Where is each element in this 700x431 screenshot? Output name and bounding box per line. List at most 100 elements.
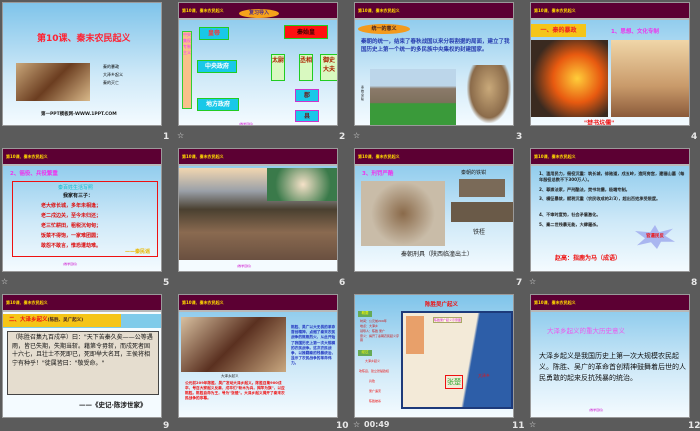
bullet-item: 秦的灭亡 [103, 80, 119, 85]
step: 攻陈县，建立张楚政权 [359, 369, 390, 373]
slide-thumbnail-12[interactable]: 第10课、秦末农民起义 大泽乡起义的重大历史意义 大泽乡起义是我国历史上第一次大… [530, 294, 690, 418]
character-image [267, 168, 337, 201]
transition-icon[interactable]: ☆ [353, 420, 360, 429]
transition-icon[interactable]: ☆ [353, 131, 360, 140]
slide-thumbnail-11[interactable]: 陈胜吴广起义 概要 时间：公元前209年 地点：大泽乡 领导人：陈胜 吴广 意义… [354, 294, 514, 418]
note-link[interactable]: (教学目标) [237, 264, 251, 268]
right-text: 陈胜、吴广以大无畏的革命首创精神，点燃了秦末农民战争的熊熊烈火，从此开始了我国历… [291, 325, 336, 366]
slide-timing: 00:49 [364, 420, 390, 429]
label-iron-tongs: 秦朝的铁钳 [461, 170, 487, 176]
step: 大泽乡起义 [365, 359, 381, 363]
tomb-image [370, 69, 456, 125]
map-label: 陈胜吴广起义示意图 [433, 317, 463, 323]
slide-thumbnail-5[interactable]: 第10课、秦末农民起义 2、徭役、兵役繁重 秦百姓生活写照 我家有三子： 老大修… [2, 148, 162, 272]
qinshihuang-box: 秦始皇 [284, 25, 328, 39]
poem-line: 老二戍边关，至今未归还； [41, 213, 102, 219]
slide-number: 12 [688, 421, 700, 431]
subtitle: 3、刑罚严酷 [362, 171, 394, 177]
central-box: 中央政府 [197, 60, 237, 73]
caption: 秦朝刑具（陕西临潼出土） [401, 251, 474, 258]
slide-thumbnail-2[interactable]: 第10课、秦末农民起义 复习导入 中央集权 专制主义 皇帝 中央政府 地方政府 … [178, 2, 338, 126]
subtitle: 2、徭役、兵役繁重 [10, 171, 58, 177]
transition-icon[interactable]: ☆ [177, 131, 184, 140]
slide-header: 第10课、秦末农民起义 [355, 149, 513, 166]
transition-icon[interactable]: ☆ [529, 420, 536, 429]
slide-header: 第10课、秦末农民起义 [179, 149, 337, 166]
slide-title: 第10课、秦末农民起义 [37, 34, 131, 44]
bullet-item: 大泽乡起义 [103, 72, 123, 77]
slide-header: 第10课、秦末农民起义 [531, 3, 689, 20]
badge: 统一的意义 [358, 24, 410, 34]
slide-thumbnail-8[interactable]: 第10课、秦末农民起义 1、滥用民力，徭役沉重：筑长城，修驰道，戍五岭，造阿房宫… [530, 148, 690, 272]
slide-thumbnail-1[interactable]: 第10课、秦末农民起义 秦的暴政 大泽乡起义 秦的灭亡 第一PPT模板网-WWW… [2, 2, 162, 126]
note-link[interactable]: (教学目标) [589, 408, 603, 412]
slide-header: 第10课、秦末农民起义 [3, 295, 161, 312]
source: ——《史记·陈涉世家》 [79, 401, 147, 409]
step: 兵败 [369, 379, 376, 383]
poem-title: 秦百姓生活写照 [58, 185, 94, 191]
poem-line: 敢怨不敢言，惟恐遭劫难。 [41, 243, 102, 249]
slide-number: 7 [516, 278, 523, 288]
slide-title: 陈胜吴广起义 [425, 302, 459, 308]
emperor-image [467, 65, 511, 123]
section-badge: 一、秦的暴政 [531, 24, 586, 37]
slide-thumbnail-9[interactable]: 第10课、秦末农民起义 二、大泽乡起义(陈胜、吴广起义) （陈胜召集九百戍卒）曰… [2, 294, 162, 418]
star-burst: 官逼民反 [635, 225, 675, 249]
side-label: 秦始皇陵 [361, 85, 365, 101]
left-text: 公元前209年陈胜、吴广发动大泽乡起义。陈胜召集900戍卒，号召大家起义反秦，戍… [185, 381, 285, 400]
slide-title: 大泽乡起义的重大历史意义 [547, 327, 625, 335]
yushi-box: 御史大夫 [320, 54, 337, 81]
slide-number: 1 [163, 132, 170, 142]
badge-subtitle: (陈胜、吴广起义) [47, 318, 84, 323]
slide-number: 5 [163, 278, 170, 288]
slide-header: 第10课、秦末农民起义 [179, 295, 337, 312]
step: 陈胜被杀 [369, 399, 382, 403]
jun-box: 郡 [295, 89, 319, 102]
poem-box: 秦百姓生活写照 我家有三子： 老大修长城，多年未相逢； 老二戍边关，至今未归还；… [12, 181, 158, 257]
slide-thumbnail-7[interactable]: 第10课、秦末农民起义 3、刑罚严酷 秦朝的铁钳 铁桎 秦朝刑具（陕西临潼出土） [354, 148, 514, 272]
image-caption: 大泽乡起义 [221, 374, 239, 378]
note-link[interactable]: (教学目标) [239, 122, 253, 125]
slide-number: 10 [336, 421, 349, 431]
map: 陈胜吴广起义示意图 张楚 大泽乡 [401, 311, 513, 409]
slide-number: 3 [516, 132, 523, 142]
slide-thumbnail-4[interactable]: 第10课、秦末农民起义 一、秦的暴政 1、思想、文化专制 "焚书坑儒" [530, 2, 690, 126]
slide-number: 6 [339, 278, 346, 288]
slide-thumbnail-10[interactable]: 第10课、秦末农民起义 大泽乡起义 公元前209年陈胜、吴广发动大泽乡起义。陈胜… [178, 294, 338, 418]
poem-line: 饭菜不得饱，一家难团圆； [41, 233, 102, 239]
transition-icon[interactable]: ☆ [1, 277, 8, 286]
iron-tongs-image [459, 179, 505, 197]
zhangchu-label: 张楚 [445, 375, 463, 389]
slide-header: 第10课、秦末农民起义 [3, 149, 161, 166]
dazexiang-label: 大泽乡 [478, 373, 490, 378]
xian-box: 县 [295, 110, 319, 122]
slide-thumbnail-6[interactable]: 第10课、秦末农民起义 (教学目标) [178, 148, 338, 272]
side-label: 中央集权 专制主义 [182, 31, 192, 109]
body-text: 秦朝的统一，结束了春秋战国以来分裂割据的局面，建立了我国历史上第一个统一的多民族… [361, 39, 510, 53]
slide-header: 第10课、秦末农民起义 [355, 3, 513, 20]
slide-number: 2 [339, 132, 346, 142]
uprising-image [181, 317, 286, 372]
battle-image [16, 63, 90, 101]
badge-title: 二、大泽乡起义 [9, 317, 48, 323]
list-item: 5、秦二世残暴无能，大肆屠杀。 [539, 222, 601, 227]
slide-number: 8 [691, 278, 698, 288]
bullet-item: 秦的暴政 [103, 64, 119, 69]
fact: 地点：大泽乡 [360, 324, 379, 328]
badge: 复习导入 [239, 9, 279, 18]
slide-thumbnail-3[interactable]: 第10课、秦末农民起义 统一的意义 秦朝的统一，结束了春秋战国以来分裂割据的局面… [354, 2, 514, 126]
slide-header: 第10课、秦末农民起义 [531, 149, 689, 166]
list-item: 3、横征暴敛，赋税沉重（农民收成的2/3），超出百姓承受限度。 [539, 196, 661, 201]
shackles-image [361, 181, 445, 246]
body-text: 大泽乡起义是我国历史上第一次大规模农民起义。陈胜、吴广的革命首创精神鼓舞着后世的… [539, 352, 686, 382]
poem-line: 我家有三子： [63, 193, 94, 199]
burning-books-image [531, 40, 608, 117]
note-link[interactable]: (教学目标) [63, 262, 77, 266]
transition-icon[interactable]: ☆ [529, 277, 536, 286]
legend-process: 经过 [358, 350, 372, 356]
slide-number: 4 [691, 132, 698, 142]
fact: 领导人：陈胜 吴广 [360, 329, 385, 333]
slide-footer-band [179, 260, 337, 271]
calligraphy-zhangchu [406, 316, 424, 354]
local-box: 地方政府 [197, 98, 239, 111]
